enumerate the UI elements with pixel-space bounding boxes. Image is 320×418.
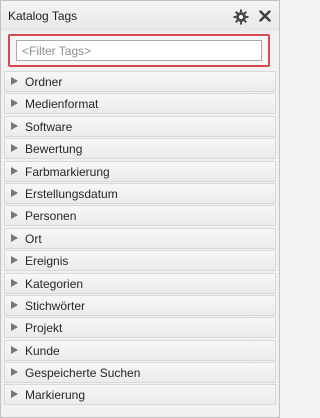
tag-category-label: Projekt: [25, 321, 63, 336]
tag-category-label: Markierung: [25, 388, 86, 403]
tag-category-label: Software: [25, 119, 73, 134]
tag-category-label: Farbmarkierung: [25, 164, 110, 179]
expand-arrow-icon[interactable]: [11, 166, 18, 175]
tag-category-label: Gespeicherte Suchen: [25, 366, 141, 381]
tag-category-label: Stichwörter: [25, 298, 86, 313]
expand-arrow-icon[interactable]: [11, 211, 18, 220]
close-icon[interactable]: [257, 8, 273, 24]
tag-category-row[interactable]: Kategorien: [4, 272, 276, 294]
tag-category-label: Ordner: [25, 75, 63, 89]
expand-arrow-icon[interactable]: [11, 345, 18, 354]
tag-category-label: Ereignis: [25, 254, 69, 269]
expand-arrow-icon[interactable]: [11, 278, 18, 287]
expand-arrow-icon[interactable]: [11, 390, 18, 399]
expand-arrow-icon[interactable]: [11, 256, 18, 265]
tag-category-row[interactable]: Personen: [4, 205, 276, 227]
filter-highlight: [8, 34, 270, 67]
tag-category-row[interactable]: Software: [4, 115, 276, 137]
tag-category-row[interactable]: Projekt: [4, 317, 276, 339]
tag-category-row[interactable]: Gespeicherte Suchen: [4, 362, 276, 384]
tag-category-label: Bewertung: [25, 142, 83, 157]
expand-arrow-icon[interactable]: [11, 77, 18, 85]
expand-arrow-icon[interactable]: [11, 144, 18, 153]
tag-category-list: Ordner Medienformat Software Bewertung Farbm…: [4, 71, 276, 407]
gear-icon[interactable]: [233, 9, 249, 25]
tag-category-row[interactable]: Erstellungsdatum: [4, 182, 276, 204]
tag-category-label: Personen: [25, 209, 77, 224]
panel-title: Katalog Tags: [8, 9, 78, 23]
tag-category-row[interactable]: Kunde: [4, 339, 276, 361]
expand-arrow-icon[interactable]: [11, 368, 18, 377]
expand-arrow-icon[interactable]: [11, 323, 18, 332]
expand-arrow-icon[interactable]: [11, 300, 18, 309]
tag-category-row[interactable]: Markierung: [4, 384, 276, 406]
tag-category-label: Kunde: [25, 343, 60, 358]
filter-tags-input[interactable]: [16, 40, 262, 61]
tag-category-row[interactable]: Bewertung: [4, 138, 276, 160]
tag-category-row[interactable]: Farbmarkierung: [4, 160, 276, 182]
expand-arrow-icon[interactable]: [11, 99, 18, 108]
tag-category-row[interactable]: Stichwörter: [4, 294, 276, 316]
expand-arrow-icon[interactable]: [11, 188, 18, 197]
expand-arrow-icon[interactable]: [11, 233, 18, 242]
tag-category-label: Kategorien: [25, 276, 84, 291]
tag-category-row[interactable]: Ordner: [4, 71, 276, 92]
tag-category-row[interactable]: Ort: [4, 227, 276, 249]
tag-category-row[interactable]: Ereignis: [4, 250, 276, 272]
tag-category-label: Medienformat: [25, 97, 99, 112]
tag-category-label: Erstellungsdatum: [25, 186, 118, 201]
tag-category-label: Ort: [25, 231, 42, 246]
panel-titlebar: Katalog Tags: [1, 1, 279, 31]
catalog-tags-panel: Katalog Tags Ordner Medienformat Software B…: [0, 0, 280, 418]
expand-arrow-icon[interactable]: [11, 121, 18, 130]
tag-category-row[interactable]: Medienformat: [4, 93, 276, 115]
